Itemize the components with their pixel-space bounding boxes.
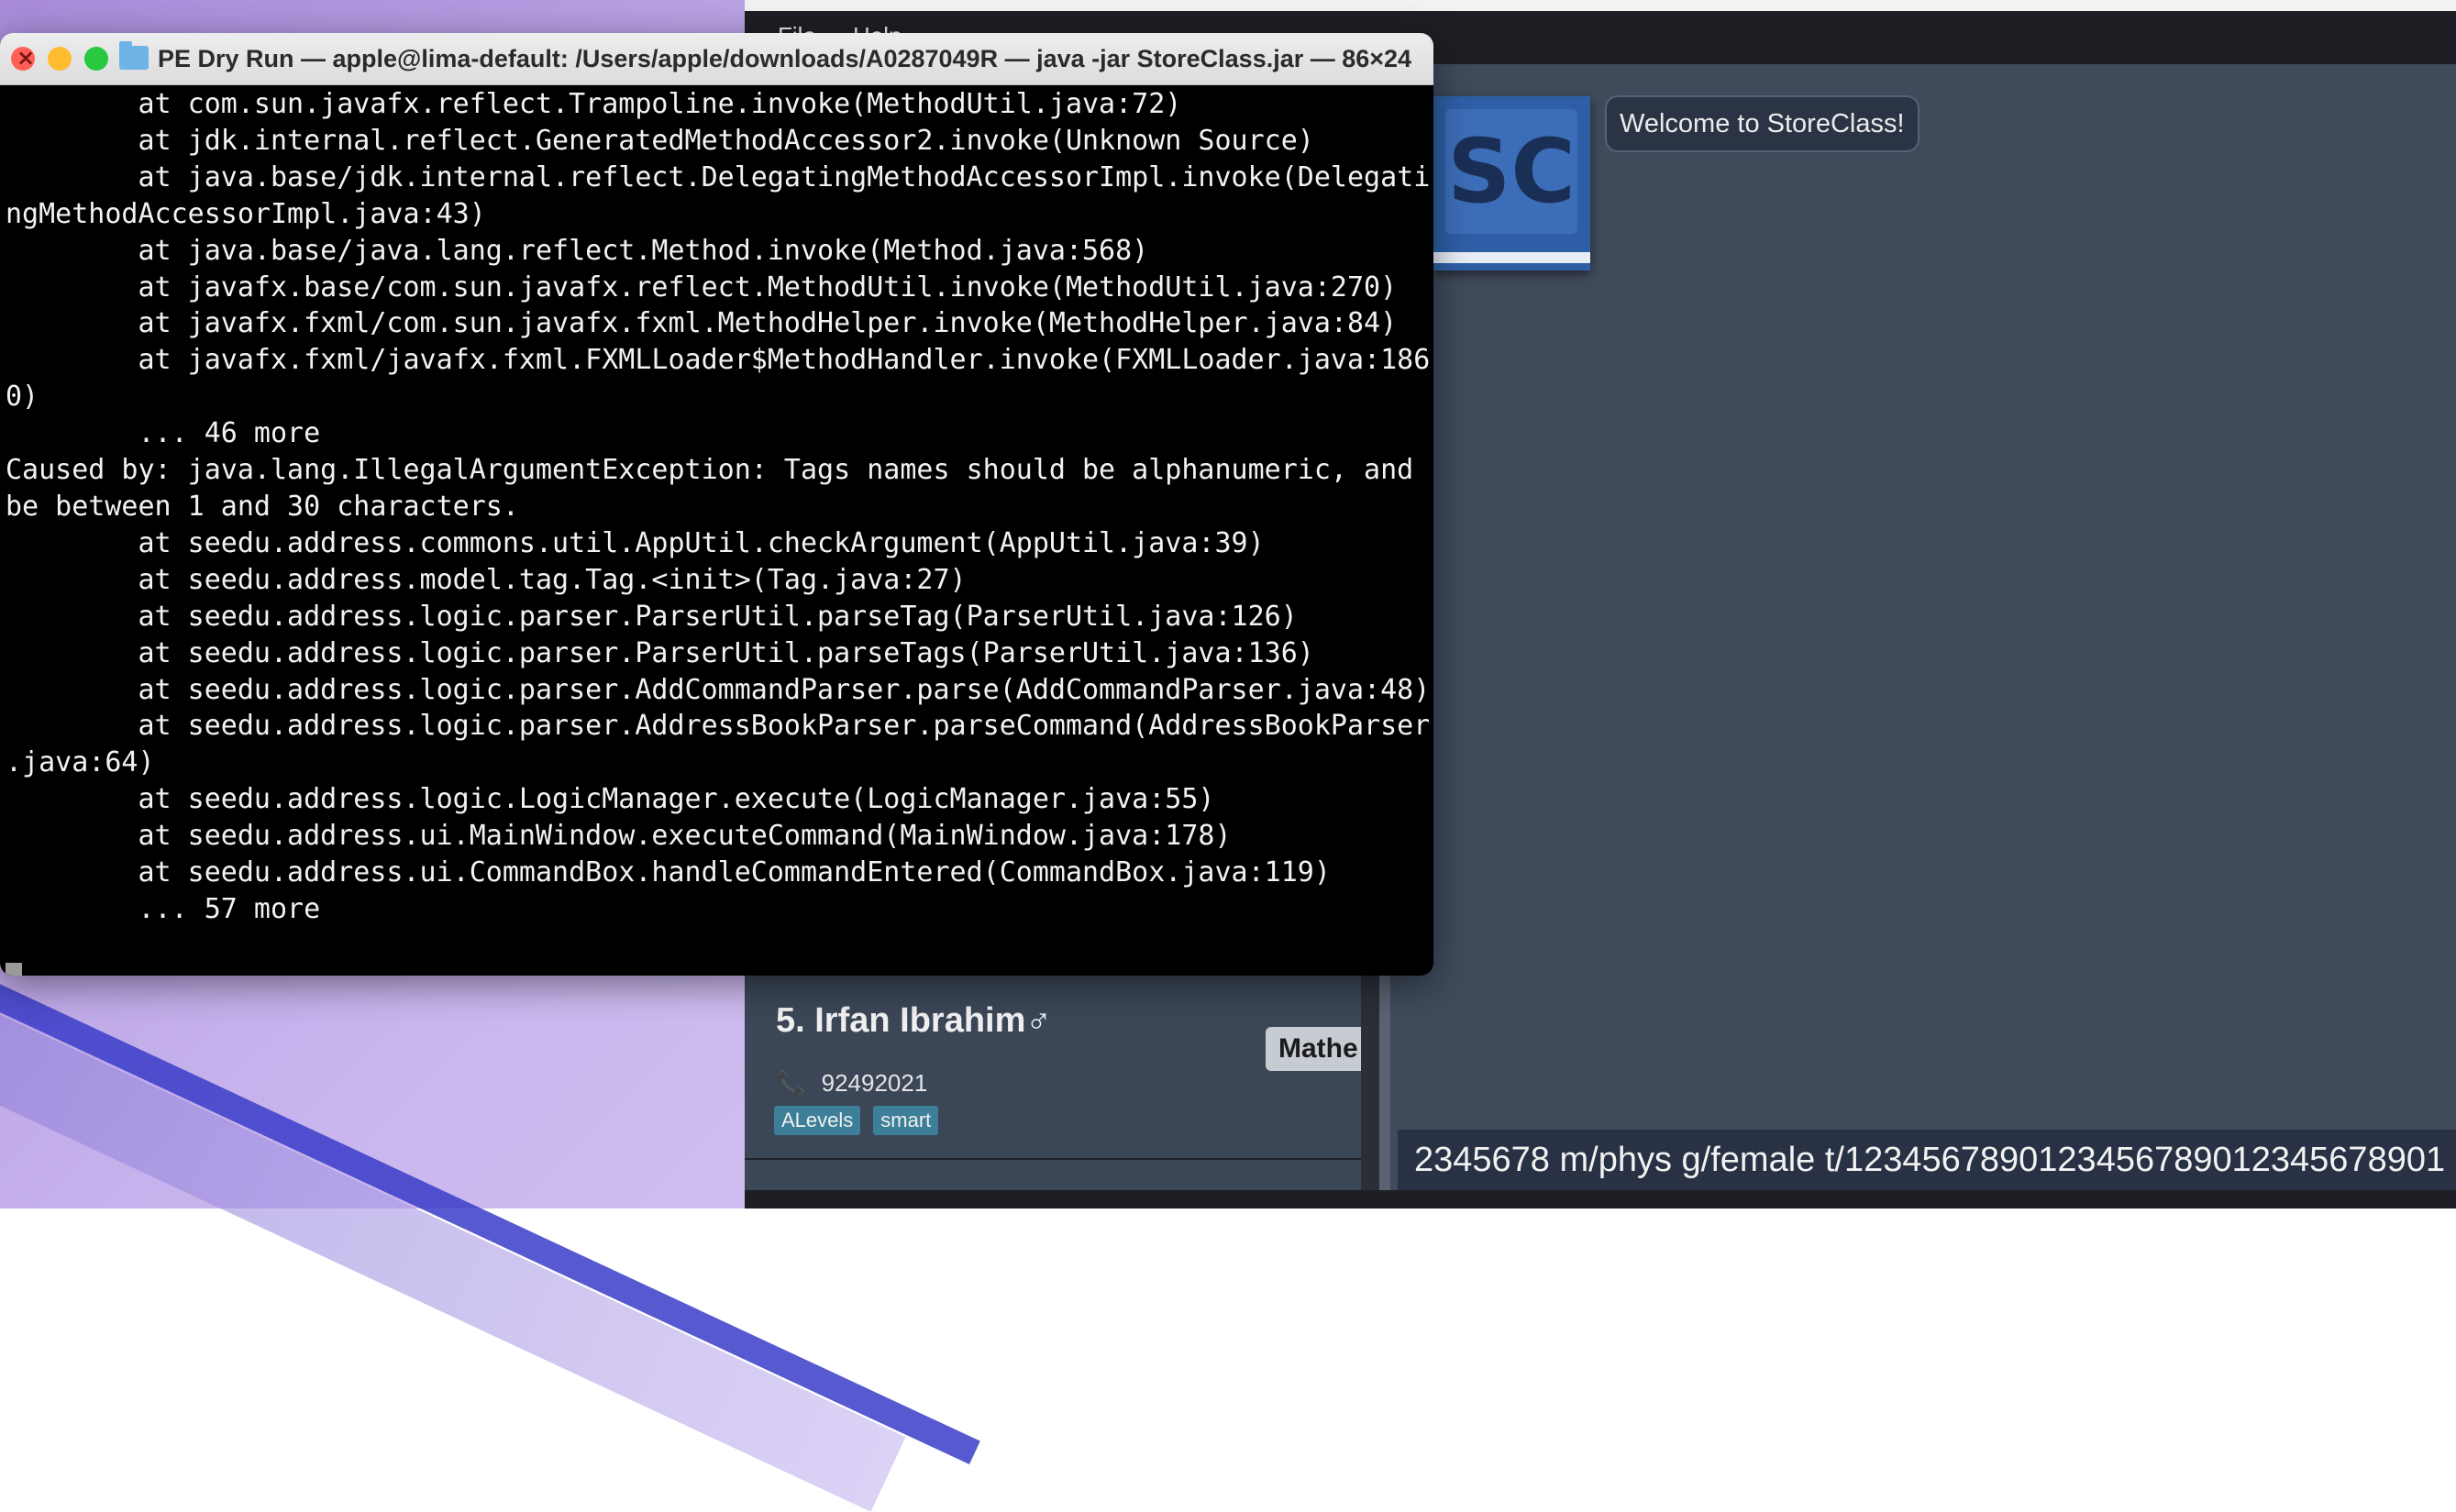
terminal-line: .java:64): [6, 746, 155, 779]
list-scrollbar[interactable]: [1361, 972, 1379, 1208]
terminal-line: at seedu.address.logic.parser.AddCommand…: [6, 673, 1429, 706]
subject-chip: Mathe: [1266, 1027, 1374, 1071]
terminal-window: PE Dry Run — apple@lima-default: /Users/…: [0, 33, 1433, 976]
storeclass-logo: SC: [1433, 96, 1590, 270]
terminal-line: ... 57 more: [6, 892, 321, 925]
terminal-line: at seedu.address.logic.parser.ParserUtil…: [6, 636, 1314, 669]
terminal-line: at java.base/jdk.internal.reflect.Delega…: [6, 160, 1429, 193]
terminal-line: 0): [6, 381, 39, 414]
terminal-line: at javafx.base/com.sun.javafx.reflect.Me…: [6, 270, 1398, 304]
maximize-button[interactable]: [84, 47, 108, 71]
terminal-line: be between 1 and 30 characters.: [6, 490, 519, 523]
close-button[interactable]: [11, 45, 35, 71]
terminal-line: at seedu.address.ui.CommandBox.handleCom…: [6, 856, 1331, 889]
terminal-line: at javafx.fxml/javafx.fxml.FXMLLoader$Me…: [6, 344, 1429, 377]
logo-mark: SC: [1445, 109, 1577, 234]
terminal-line: at seedu.address.ui.MainWindow.executeCo…: [6, 820, 1232, 853]
terminal-line: at com.sun.javafx.reflect.Trampoline.inv…: [6, 88, 1182, 120]
terminal-line: ... 46 more: [6, 417, 321, 450]
minimize-button[interactable]: [48, 47, 72, 71]
tag-chip: ALevels: [774, 1106, 861, 1135]
phone-number: 92492021: [821, 1069, 928, 1097]
split-divider[interactable]: [1379, 972, 1390, 1208]
terminal-line: at java.base/java.lang.reflect.Method.in…: [6, 234, 1149, 267]
terminal-line: at seedu.address.logic.parser.AddressBoo…: [6, 710, 1429, 743]
logo-band: [1433, 252, 1590, 263]
tag-list: ALevels smart: [774, 1106, 939, 1135]
terminal-line: ngMethodAccessorImpl.java:43): [6, 197, 486, 230]
terminal-line: Caused by: java.lang.IllegalArgumentExce…: [6, 454, 1414, 487]
welcome-message: Welcome to StoreClass!: [1605, 95, 1919, 152]
terminal-titlebar[interactable]: PE Dry Run — apple@lima-default: /Users/…: [0, 33, 1433, 85]
person-name: 5. Irfan Ibrahim♂: [776, 1001, 1052, 1040]
terminal-title: PE Dry Run — apple@lima-default: /Users/…: [158, 45, 1412, 72]
window-top-edge: [745, 0, 2456, 11]
person-list[interactable]: 5. Irfan Ibrahim♂ 📞 92492021 ALevels sma…: [745, 972, 1390, 1208]
tag-chip: smart: [873, 1106, 939, 1135]
terminal-line: at seedu.address.commons.util.AppUtil.ch…: [6, 526, 1265, 559]
terminal-output[interactable]: at com.sun.javafx.reflect.Trampoline.inv…: [6, 86, 1429, 966]
folder-icon: [119, 41, 149, 70]
status-bar: [745, 1190, 2456, 1208]
terminal-line: at seedu.address.logic.LogicManager.exec…: [6, 783, 1215, 816]
terminal-line: at jdk.internal.reflect.GeneratedMethodA…: [6, 124, 1314, 157]
phone-icon: 📞: [776, 1069, 806, 1097]
terminal-line: at seedu.address.logic.parser.ParserUtil…: [6, 600, 1298, 633]
terminal-line: at seedu.address.model.tag.Tag.<init>(Ta…: [6, 563, 967, 596]
phone-row: 📞 92492021: [776, 1069, 927, 1098]
person-card[interactable]: 5. Irfan Ibrahim♂ 📞 92492021 ALevels sma…: [745, 972, 1374, 1160]
command-input[interactable]: 2345678 m/phys g/female t/12345678901234…: [1398, 1130, 2456, 1190]
terminal-cursor: [6, 963, 22, 976]
terminal-line: at javafx.fxml/com.sun.javafx.fxml.Metho…: [6, 307, 1398, 340]
